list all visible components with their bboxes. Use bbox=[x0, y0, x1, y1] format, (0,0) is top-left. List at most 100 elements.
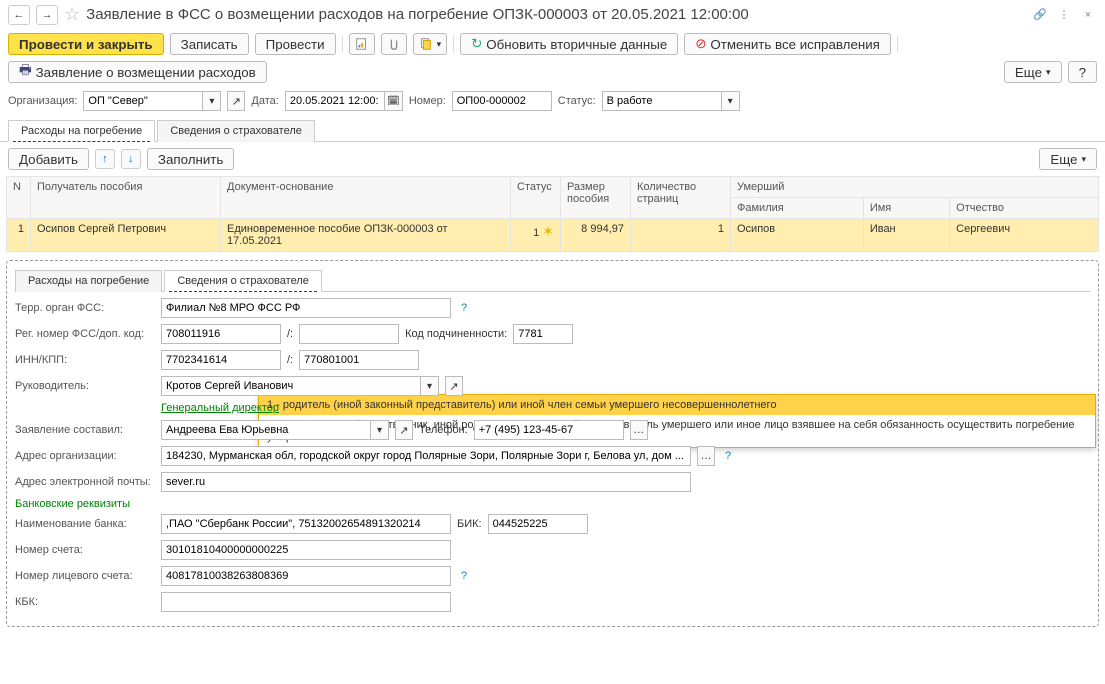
head-open-button[interactable]: ↗ bbox=[445, 376, 463, 396]
bik-label: БИК: bbox=[457, 518, 482, 530]
head-input[interactable] bbox=[161, 376, 421, 396]
terr-input[interactable] bbox=[161, 298, 451, 318]
phone-label: Телефон: bbox=[419, 424, 468, 436]
col-status: Статус bbox=[511, 177, 561, 219]
kodpod-label: Код подчиненности: bbox=[405, 328, 507, 340]
cell-patronymic: Сергеевич bbox=[950, 219, 1099, 252]
acct-label: Номер счета: bbox=[15, 544, 155, 556]
tab-insurer[interactable]: Сведения о страхователе bbox=[157, 120, 315, 142]
sub-tab-expenses[interactable]: Расходы на погребение bbox=[15, 270, 162, 292]
cell-name: Иван bbox=[863, 219, 949, 252]
org-label: Организация: bbox=[8, 95, 77, 107]
reg-label: Рег. номер ФСС/доп. код: bbox=[15, 328, 155, 340]
innkpp-label: ИНН/КПП: bbox=[15, 354, 155, 366]
dropdown-icon[interactable]: ▾ bbox=[421, 376, 439, 396]
email-input[interactable] bbox=[161, 472, 691, 492]
separator bbox=[897, 35, 898, 53]
separator bbox=[453, 35, 454, 53]
link-icon[interactable]: 🔗 bbox=[1031, 6, 1049, 24]
more-button[interactable]: Еще ▾ bbox=[1004, 61, 1062, 83]
phone-edit-button[interactable]: … bbox=[630, 420, 648, 440]
col-name: Имя bbox=[863, 198, 949, 219]
date-input[interactable] bbox=[285, 91, 385, 111]
status-dropdown-icon[interactable]: ▾ bbox=[722, 91, 740, 111]
insurer-subform: Расходы на погребение Сведения о страхов… bbox=[6, 260, 1099, 627]
sub-tab-insurer[interactable]: Сведения о страхователе bbox=[164, 270, 322, 292]
refresh-button[interactable]: ↻ Обновить вторичные данные bbox=[460, 33, 678, 55]
refresh-icon: ↻ bbox=[471, 36, 482, 52]
kpp-input[interactable] bbox=[299, 350, 419, 370]
col-n: N bbox=[7, 177, 31, 219]
arrow-down-icon: ↓ bbox=[128, 153, 134, 165]
arrow-up-icon: ↑ bbox=[102, 153, 108, 165]
bank-input[interactable] bbox=[161, 514, 451, 534]
email-label: Адрес электронной почты: bbox=[15, 476, 155, 488]
slash-label: /: bbox=[287, 354, 293, 366]
more-vert-icon[interactable]: ⋮ bbox=[1055, 6, 1073, 24]
close-icon[interactable]: × bbox=[1079, 6, 1097, 24]
org-open-button[interactable]: ↗ bbox=[227, 91, 245, 111]
help-icon[interactable]: ? bbox=[721, 450, 735, 462]
more-label: Еще bbox=[1015, 65, 1042, 80]
separator bbox=[342, 35, 343, 53]
copy-button[interactable]: ▾ bbox=[413, 33, 448, 55]
addr-edit-button[interactable]: … bbox=[697, 446, 715, 466]
page-title: Заявление в ФСС о возмещении расходов на… bbox=[86, 6, 1025, 23]
help-icon[interactable]: ? bbox=[457, 570, 471, 582]
report-button[interactable] bbox=[349, 33, 375, 55]
author-input[interactable] bbox=[161, 420, 371, 440]
addr-label: Адрес организации: bbox=[15, 450, 155, 462]
table-row[interactable]: 1 Осипов Сергей Петрович Единовременное … bbox=[7, 219, 1099, 252]
pers-input[interactable] bbox=[161, 566, 451, 586]
inn-input[interactable] bbox=[161, 350, 281, 370]
post-and-close-button[interactable]: Провести и закрыть bbox=[8, 33, 164, 55]
author-open-button[interactable]: ↗ bbox=[395, 420, 413, 440]
nav-forward-button[interactable]: → bbox=[36, 5, 58, 25]
dropdown-icon[interactable]: ▾ bbox=[203, 91, 221, 111]
calendar-icon[interactable]: 🗓 bbox=[385, 91, 403, 111]
head-post-link[interactable]: Генеральный директор bbox=[161, 402, 279, 414]
cell-n: 1 bbox=[7, 219, 31, 252]
attach-button[interactable] bbox=[381, 33, 407, 55]
arrow-right-icon: → bbox=[42, 9, 53, 21]
nav-back-button[interactable]: ← bbox=[8, 5, 30, 25]
chevron-down-icon: ▾ bbox=[1046, 67, 1051, 78]
org-input[interactable] bbox=[83, 91, 203, 111]
reg-input[interactable] bbox=[161, 324, 281, 344]
reg-extra-input[interactable] bbox=[299, 324, 399, 344]
cell-recipient: Осипов Сергей Петрович bbox=[31, 219, 221, 252]
status-input[interactable] bbox=[602, 91, 722, 111]
bik-input[interactable] bbox=[488, 514, 588, 534]
star-icon[interactable]: ☆ bbox=[64, 4, 80, 25]
cancel-label: Отменить все исправления bbox=[710, 37, 879, 52]
printer-icon: 🖶 bbox=[19, 61, 32, 83]
add-button[interactable]: Добавить bbox=[8, 148, 89, 170]
help-button[interactable]: ? bbox=[1068, 61, 1097, 83]
row-more-button[interactable]: Еще ▾ bbox=[1039, 148, 1097, 170]
print-application-button[interactable]: 🖶 Заявление о возмещении расходов bbox=[8, 61, 267, 83]
kbk-input[interactable] bbox=[161, 592, 451, 612]
cell-status[interactable]: 1 ✶ bbox=[511, 219, 561, 252]
kodpod-input[interactable] bbox=[513, 324, 573, 344]
status-label: Статус: bbox=[558, 95, 596, 107]
chevron-down-icon: ▾ bbox=[1081, 154, 1086, 165]
help-icon[interactable]: ? bbox=[457, 302, 471, 314]
move-down-button[interactable]: ↓ bbox=[121, 149, 141, 169]
fill-button[interactable]: Заполнить bbox=[147, 148, 234, 170]
num-label: Номер: bbox=[409, 95, 446, 107]
refresh-label: Обновить вторичные данные bbox=[486, 37, 667, 52]
write-button[interactable]: Записать bbox=[170, 33, 249, 55]
kbk-label: КБК: bbox=[15, 596, 155, 608]
phone-input[interactable] bbox=[474, 420, 624, 440]
tab-expenses[interactable]: Расходы на погребение bbox=[8, 120, 155, 142]
addr-input[interactable] bbox=[161, 446, 691, 466]
author-label: Заявление составил: bbox=[15, 424, 155, 436]
dropdown-icon[interactable]: ▾ bbox=[371, 420, 389, 440]
acct-input[interactable] bbox=[161, 540, 451, 560]
cancel-corrections-button[interactable]: ⊘Отменить все исправления bbox=[684, 33, 891, 55]
move-up-button[interactable]: ↑ bbox=[95, 149, 115, 169]
print-label: Заявление о возмещении расходов bbox=[36, 65, 256, 80]
row-more-label: Еще bbox=[1050, 152, 1077, 167]
post-button[interactable]: Провести bbox=[255, 33, 336, 55]
num-input[interactable] bbox=[452, 91, 552, 111]
